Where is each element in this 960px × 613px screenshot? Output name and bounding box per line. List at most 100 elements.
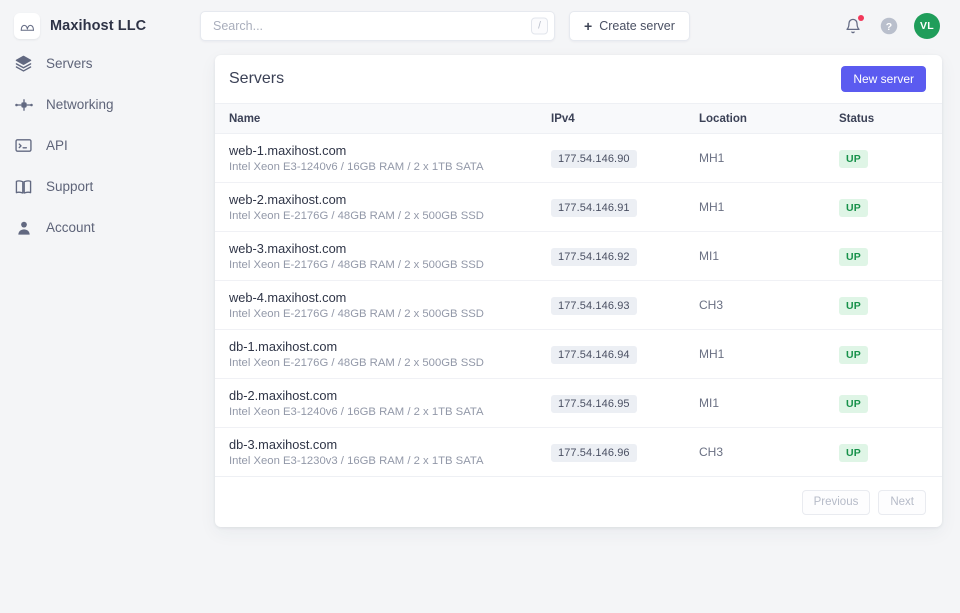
cell-name: web-4.maxihost.com Intel Xeon E-2176G / … bbox=[215, 280, 545, 330]
page-layout: Servers Networking API Support Account S… bbox=[0, 52, 960, 613]
network-nodes-icon bbox=[14, 98, 33, 112]
table-body: web-1.maxihost.com Intel Xeon E3-1240v6 … bbox=[215, 133, 942, 477]
brand[interactable]: Maxihost LLC bbox=[14, 13, 200, 39]
sidebar-item-support[interactable]: Support bbox=[14, 175, 200, 198]
server-name: db-2.maxihost.com bbox=[229, 388, 338, 403]
server-spec: Intel Xeon E-2176G / 48GB RAM / 2 x 500G… bbox=[229, 357, 484, 369]
create-server-button[interactable]: + Create server bbox=[569, 11, 690, 41]
cell-status: UP bbox=[833, 182, 942, 232]
server-name: web-1.maxihost.com bbox=[229, 143, 347, 158]
cell-location: MH1 bbox=[693, 133, 833, 183]
bell-icon[interactable] bbox=[842, 15, 864, 37]
question-circle-icon[interactable]: ? bbox=[878, 15, 900, 37]
top-bar: Maxihost LLC / + Create server ? VL bbox=[0, 0, 960, 52]
cell-ipv4: 177.54.146.91 bbox=[545, 182, 693, 232]
create-server-label: Create server bbox=[599, 19, 675, 33]
location-text: MI1 bbox=[699, 396, 720, 410]
user-icon bbox=[14, 220, 33, 236]
cell-status: UP bbox=[833, 378, 942, 428]
cell-name: db-1.maxihost.com Intel Xeon E-2176G / 4… bbox=[215, 329, 545, 379]
avatar[interactable]: VL bbox=[914, 13, 940, 39]
cell-status: UP bbox=[833, 329, 942, 379]
sidebar-item-label: Networking bbox=[46, 97, 114, 112]
book-icon bbox=[14, 179, 33, 195]
cell-name: db-3.maxihost.com Intel Xeon E3-1230v3 /… bbox=[215, 427, 545, 477]
location-text: MH1 bbox=[699, 151, 725, 165]
server-name: db-1.maxihost.com bbox=[229, 339, 338, 354]
notification-dot bbox=[858, 15, 864, 21]
main-content: Servers New server Name IPv4 Location St… bbox=[200, 52, 960, 613]
cell-status: UP bbox=[833, 231, 942, 281]
cell-location: CH3 bbox=[693, 280, 833, 330]
ipv4-pill: 177.54.146.92 bbox=[551, 247, 637, 266]
location-text: CH3 bbox=[699, 298, 724, 312]
server-name: web-2.maxihost.com bbox=[229, 192, 347, 207]
cell-name: web-3.maxihost.com Intel Xeon E-2176G / … bbox=[215, 231, 545, 281]
table-row[interactable]: db-1.maxihost.com Intel Xeon E-2176G / 4… bbox=[215, 329, 942, 379]
new-server-button[interactable]: New server bbox=[841, 66, 926, 92]
table-row[interactable]: db-2.maxihost.com Intel Xeon E3-1240v6 /… bbox=[215, 378, 942, 428]
table-row[interactable]: web-3.maxihost.com Intel Xeon E-2176G / … bbox=[215, 231, 942, 281]
cell-location: CH3 bbox=[693, 427, 833, 477]
sidebar-item-account[interactable]: Account bbox=[14, 216, 200, 239]
cell-location: MH1 bbox=[693, 182, 833, 232]
server-spec: Intel Xeon E3-1240v6 / 16GB RAM / 2 x 1T… bbox=[229, 406, 484, 418]
table-row[interactable]: web-4.maxihost.com Intel Xeon E-2176G / … bbox=[215, 280, 942, 330]
table-head: Name IPv4 Location Status bbox=[215, 103, 942, 134]
table-row[interactable]: web-1.maxihost.com Intel Xeon E3-1240v6 … bbox=[215, 133, 942, 183]
search-input[interactable] bbox=[200, 11, 555, 41]
cell-name: web-2.maxihost.com Intel Xeon E-2176G / … bbox=[215, 182, 545, 232]
location-text: CH3 bbox=[699, 445, 724, 459]
sidebar-item-label: Servers bbox=[46, 56, 93, 71]
cell-ipv4: 177.54.146.96 bbox=[545, 427, 693, 477]
ipv4-pill: 177.54.146.91 bbox=[551, 198, 637, 217]
column-header-status: Status bbox=[833, 103, 942, 134]
sidebar-item-label: Account bbox=[46, 220, 95, 235]
search-shortcut-badge: / bbox=[531, 17, 548, 35]
column-header-name: Name bbox=[215, 103, 545, 134]
server-spec: Intel Xeon E3-1240v6 / 16GB RAM / 2 x 1T… bbox=[229, 161, 484, 173]
status-badge: UP bbox=[839, 443, 868, 462]
status-badge: UP bbox=[839, 247, 868, 266]
cell-status: UP bbox=[833, 280, 942, 330]
page-title: Servers bbox=[229, 70, 285, 87]
location-text: MI1 bbox=[699, 249, 720, 263]
server-spec: Intel Xeon E-2176G / 48GB RAM / 2 x 500G… bbox=[229, 308, 484, 320]
table-row[interactable]: db-3.maxihost.com Intel Xeon E3-1230v3 /… bbox=[215, 427, 942, 477]
server-spec: Intel Xeon E-2176G / 48GB RAM / 2 x 500G… bbox=[229, 259, 484, 271]
status-badge: UP bbox=[839, 198, 868, 217]
status-badge: UP bbox=[839, 149, 868, 168]
next-page-button[interactable]: Next bbox=[878, 489, 926, 515]
location-text: MH1 bbox=[699, 200, 725, 214]
ipv4-pill: 177.54.146.94 bbox=[551, 345, 637, 364]
pagination: Previous Next bbox=[215, 477, 942, 527]
top-bar-center: / + Create server bbox=[200, 11, 842, 41]
ipv4-pill: 177.54.146.95 bbox=[551, 394, 637, 413]
server-spec: Intel Xeon E3-1230v3 / 16GB RAM / 2 x 1T… bbox=[229, 455, 484, 467]
sidebar-item-label: Support bbox=[46, 179, 94, 194]
server-name: db-3.maxihost.com bbox=[229, 437, 338, 452]
cell-location: MI1 bbox=[693, 231, 833, 281]
table-header-row: Name IPv4 Location Status bbox=[215, 103, 942, 134]
status-badge: UP bbox=[839, 345, 868, 364]
brand-name: Maxihost LLC bbox=[50, 18, 147, 34]
svg-text:?: ? bbox=[886, 21, 892, 33]
sidebar-item-networking[interactable]: Networking bbox=[14, 93, 200, 116]
sidebar: Servers Networking API Support Account bbox=[0, 52, 200, 613]
ipv4-pill: 177.54.146.93 bbox=[551, 296, 637, 315]
cell-ipv4: 177.54.146.92 bbox=[545, 231, 693, 281]
ipv4-pill: 177.54.146.90 bbox=[551, 149, 637, 168]
sidebar-item-servers[interactable]: Servers bbox=[14, 52, 200, 75]
layers-icon bbox=[14, 55, 33, 72]
mountain-infinity-logo-icon bbox=[14, 13, 40, 39]
cell-name: web-1.maxihost.com Intel Xeon E3-1240v6 … bbox=[215, 133, 545, 183]
cell-ipv4: 177.54.146.94 bbox=[545, 329, 693, 379]
previous-page-button[interactable]: Previous bbox=[801, 489, 871, 515]
search-wrapper: / bbox=[200, 11, 555, 41]
server-spec: Intel Xeon E-2176G / 48GB RAM / 2 x 500G… bbox=[229, 210, 484, 222]
cell-name: db-2.maxihost.com Intel Xeon E3-1240v6 /… bbox=[215, 378, 545, 428]
cell-ipv4: 177.54.146.95 bbox=[545, 378, 693, 428]
table-row[interactable]: web-2.maxihost.com Intel Xeon E-2176G / … bbox=[215, 182, 942, 232]
sidebar-item-api[interactable]: API bbox=[14, 134, 200, 157]
cell-status: UP bbox=[833, 427, 942, 477]
